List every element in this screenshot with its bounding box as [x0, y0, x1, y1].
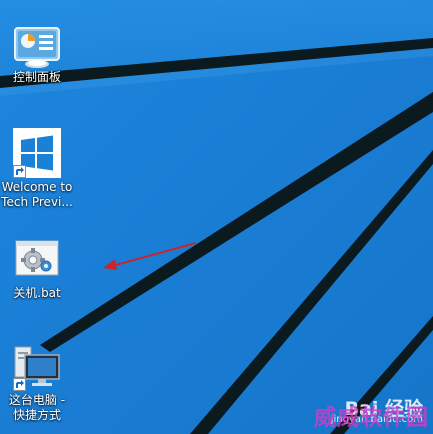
desktop[interactable]: 控制面板 Welcome to Tech Previ... 关机.bat 这台电…: [0, 0, 433, 434]
annotation-arrow: [103, 242, 197, 270]
watermark-site: 威威软件园: [313, 405, 429, 431]
watermark: Bai 经验 jingyan.baidu.com 威威软件园: [309, 392, 429, 432]
